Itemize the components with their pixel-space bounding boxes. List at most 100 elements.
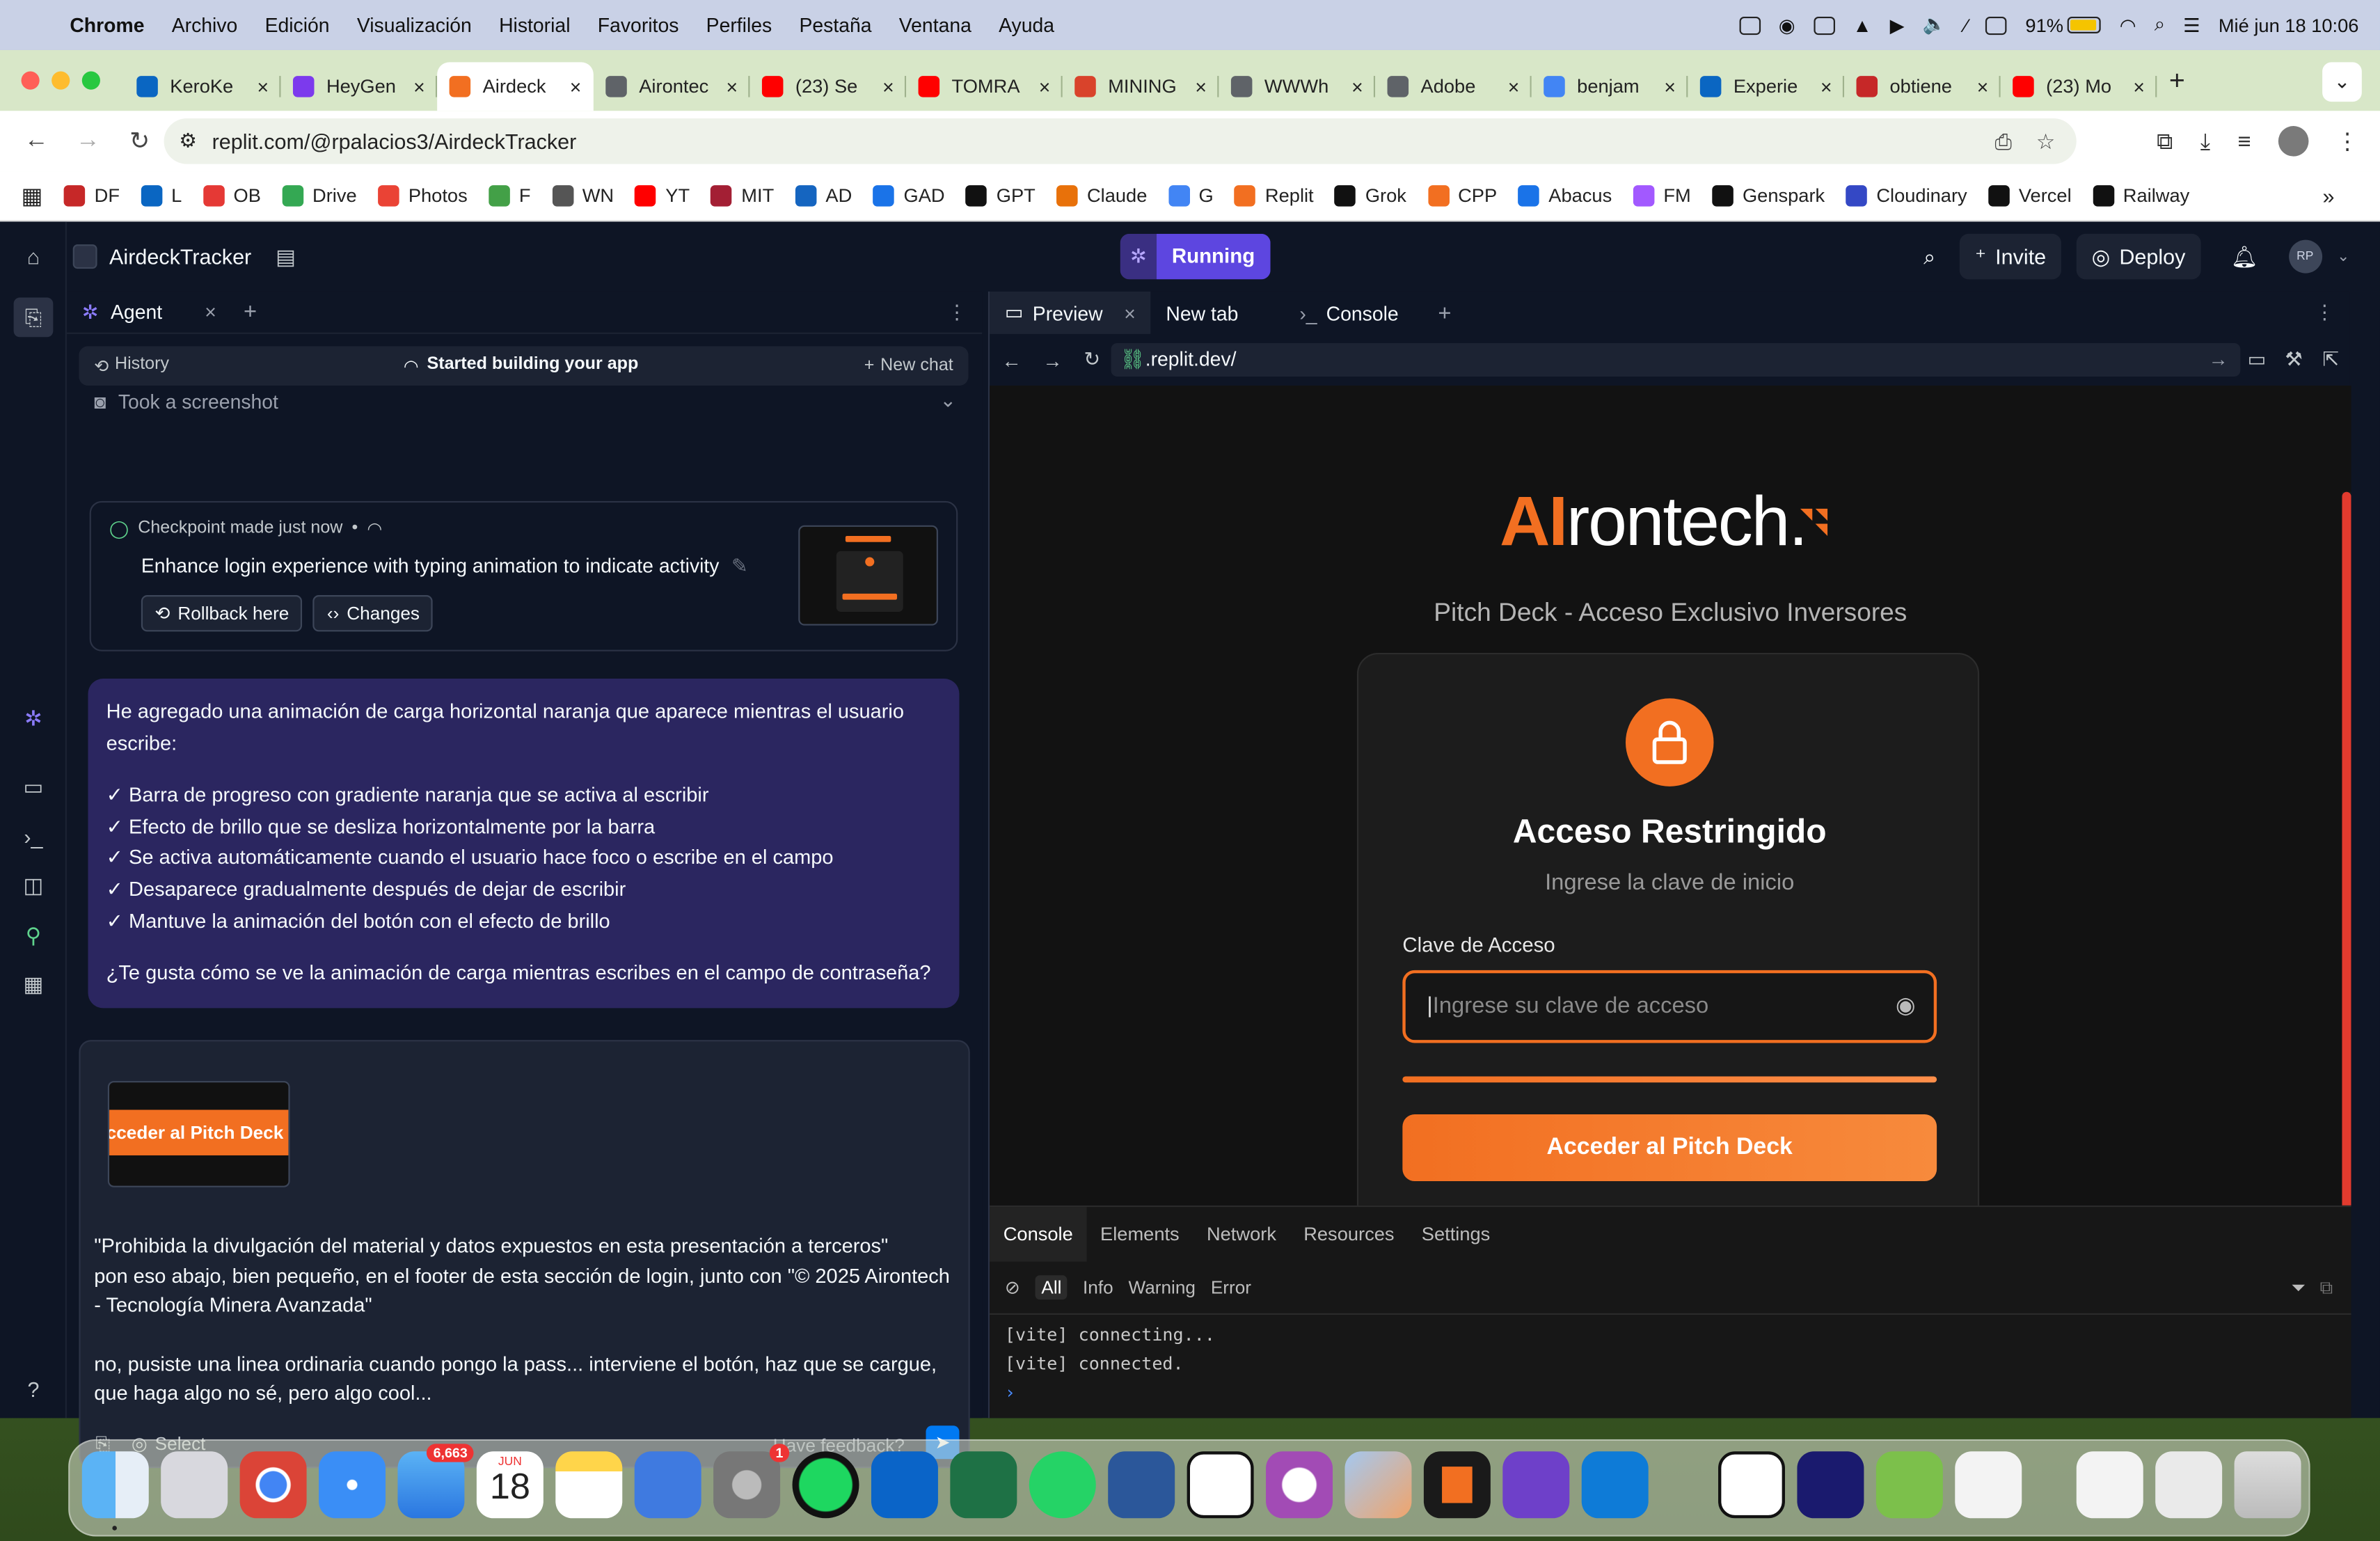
forward-arrow-icon[interactable]: →: [73, 127, 104, 155]
whatsapp-icon[interactable]: [1029, 1451, 1096, 1519]
menu-ventana[interactable]: Ventana: [899, 14, 971, 37]
browser-tab[interactable]: HeyGen ×: [281, 62, 438, 111]
filter-funnel-icon[interactable]: ⏷: [2291, 1277, 2306, 1299]
tab-new-tab[interactable]: New tab: [1151, 301, 1285, 324]
database-icon[interactable]: ◫: [19, 871, 47, 899]
devtools-tab-elements[interactable]: Elements: [1086, 1207, 1193, 1262]
project-name[interactable]: AirdeckTracker: [109, 244, 251, 269]
layout-toggle-icon[interactable]: ▤: [276, 244, 296, 269]
close-tab-icon[interactable]: ×: [726, 75, 738, 98]
menubar-clock[interactable]: Mié jun 18 10:06: [2219, 15, 2359, 36]
close-tab-icon[interactable]: ×: [205, 301, 216, 324]
github-desktop-icon[interactable]: [1502, 1451, 1570, 1519]
deploy-button[interactable]: ◎ Deploy: [2076, 233, 2201, 280]
user-avatar[interactable]: RP: [2288, 239, 2322, 274]
safari-icon[interactable]: [319, 1451, 386, 1519]
drive-icon[interactable]: ▲: [1853, 15, 1872, 36]
checkpoint-thumbnail[interactable]: [798, 525, 938, 626]
minimize-window-button[interactable]: [51, 71, 70, 90]
trash-icon[interactable]: [2234, 1451, 2301, 1519]
launchpad-icon[interactable]: [161, 1451, 228, 1519]
bookmark-item[interactable]: F: [489, 185, 531, 207]
shell-icon[interactable]: ›_: [19, 823, 47, 850]
bookmark-item[interactable]: GPT: [966, 185, 1036, 207]
word-icon[interactable]: [1108, 1451, 1175, 1519]
iphone-mirroring-icon[interactable]: [1344, 1451, 1412, 1519]
volume-icon[interactable]: 🔈: [1923, 14, 1946, 37]
address-url[interactable]: replit.com/@rpalacios3/AirdeckTracker: [212, 129, 577, 153]
maximize-window-button[interactable]: [81, 71, 100, 90]
finder-icon[interactable]: [81, 1451, 149, 1531]
preview-icon[interactable]: ▭: [19, 773, 47, 800]
menu-app-name[interactable]: Chrome: [70, 14, 144, 37]
menu-edicion[interactable]: Edición: [265, 14, 330, 37]
open-external-icon[interactable]: ⇱: [2322, 348, 2339, 372]
search-icon[interactable]: ⌕: [1923, 244, 1935, 269]
excel-icon[interactable]: [950, 1451, 1017, 1519]
close-tab-icon[interactable]: ×: [882, 75, 894, 98]
browser-tab[interactable]: (23) Se ×: [749, 62, 907, 111]
browser-tab[interactable]: benjam ×: [1532, 62, 1688, 111]
filter-all[interactable]: All: [1035, 1275, 1068, 1300]
invite-button[interactable]: ⁺ Invite: [1960, 233, 2061, 280]
calendar-icon[interactable]: JUN 18: [476, 1451, 544, 1519]
new-chat-button[interactable]: + New chat: [864, 357, 953, 375]
vscode-icon[interactable]: [1581, 1451, 1649, 1519]
bookmark-item[interactable]: L: [141, 185, 182, 207]
close-tab-icon[interactable]: ×: [1820, 75, 1832, 98]
add-tab-icon[interactable]: +: [1438, 300, 1451, 326]
devtools-tab-resources[interactable]: Resources: [1290, 1207, 1409, 1262]
bookmark-item[interactable]: OB: [203, 185, 261, 207]
system-settings-icon[interactable]: 1: [713, 1444, 790, 1519]
battery-indicator[interactable]: 91%: [2025, 15, 2102, 35]
control-center-icon[interactable]: ☰: [2183, 14, 2200, 37]
bookmark-item[interactable]: Replit: [1235, 185, 1314, 207]
rollback-button[interactable]: ⟲ Rollback here: [141, 595, 303, 632]
tab-preview[interactable]: ▭ Preview ×: [990, 291, 1151, 334]
reload-icon[interactable]: ↻: [1084, 348, 1100, 372]
notion-icon[interactable]: [1718, 1451, 1785, 1519]
input-text[interactable]: "Prohibida la divulgación del material y…: [94, 1231, 956, 1408]
browser-tab[interactable]: (23) Mo ×: [2001, 62, 2157, 111]
device-icon[interactable]: ▭: [2248, 348, 2267, 372]
bookmark-item[interactable]: GAD: [873, 185, 945, 207]
menu-visualizacion[interactable]: Visualización: [357, 14, 472, 37]
go-arrow-icon[interactable]: →: [2209, 343, 2228, 377]
screenshot-step[interactable]: ◙ Took a screenshot ⌄: [94, 388, 956, 413]
console-prompt-icon[interactable]: ›: [1005, 1382, 1015, 1403]
clear-console-icon[interactable]: ⊘: [1005, 1277, 1020, 1298]
textedit-icon[interactable]: [1955, 1451, 2022, 1519]
forward-arrow-icon[interactable]: →: [1042, 349, 1062, 372]
filter-info[interactable]: Info: [1083, 1277, 1113, 1298]
history-button[interactable]: ⟲ History: [94, 355, 169, 377]
close-tab-icon[interactable]: ×: [1124, 301, 1136, 324]
browser-tab[interactable]: KeroKe ×: [125, 62, 281, 111]
calendar-31-icon[interactable]: [1187, 1451, 1254, 1519]
devtools-wrench-icon[interactable]: ⚒: [2285, 348, 2302, 372]
pane-menu-icon[interactable]: ⋮: [2315, 301, 2334, 325]
browser-tab[interactable]: Adobe ×: [1375, 62, 1532, 111]
spotify-icon[interactable]: [792, 1451, 859, 1519]
help-icon[interactable]: ?: [19, 1375, 47, 1402]
back-arrow-icon[interactable]: ←: [22, 127, 52, 155]
bookmark-item[interactable]: YT: [635, 185, 690, 207]
audio-wave-icon[interactable]: ◉: [1779, 14, 1795, 37]
bookmark-item[interactable]: Cloudinary: [1846, 185, 1967, 207]
pane-menu-icon[interactable]: ⋮: [947, 300, 967, 324]
app-installer-icon[interactable]: [1875, 1451, 1943, 1519]
txt-document-icon[interactable]: [2076, 1451, 2143, 1519]
browser-tab[interactable]: WWWh ×: [1219, 62, 1376, 111]
wifi-icon[interactable]: ◠: [2120, 14, 2136, 37]
back-arrow-icon[interactable]: ←: [1002, 349, 1022, 372]
devtools-tab-console[interactable]: Console: [990, 1207, 1087, 1262]
close-tab-icon[interactable]: ×: [1977, 75, 1989, 98]
browser-tab[interactable]: Experie ×: [1688, 62, 1845, 111]
bookmark-item[interactable]: MIT: [711, 185, 774, 207]
notes-icon[interactable]: [555, 1451, 623, 1519]
bookmark-item[interactable]: CPP: [1427, 185, 1497, 207]
eye-icon[interactable]: ◉: [1896, 973, 1916, 1040]
spotlight-search-icon[interactable]: ⌕: [2155, 14, 2165, 37]
files-icon[interactable]: ⎘: [13, 297, 54, 338]
bookmark-star-icon[interactable]: ☆: [2036, 128, 2055, 154]
close-tab-icon[interactable]: ×: [2133, 75, 2145, 98]
